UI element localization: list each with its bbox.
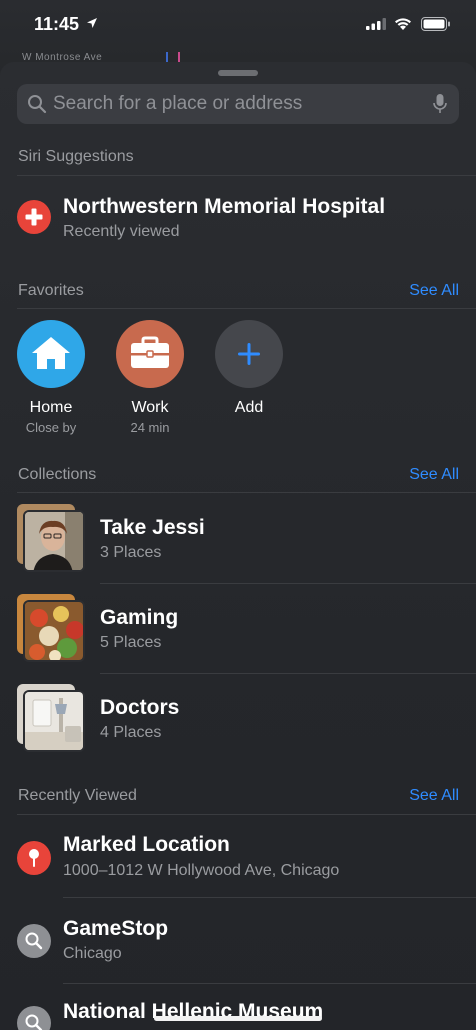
collection-title: Doctors xyxy=(100,696,180,719)
search-icon xyxy=(17,1006,51,1030)
collection-thumbnail xyxy=(17,594,85,662)
collection-sub: 4 Places xyxy=(100,724,162,741)
status-time: 11:45 xyxy=(34,14,80,34)
recently-viewed-see-all-link[interactable]: See All xyxy=(409,787,459,805)
recent-item-title: GameStop xyxy=(63,917,169,940)
house-icon xyxy=(17,320,85,388)
recently-viewed-header: Recently Viewed xyxy=(18,787,137,804)
recent-item-title: Marked Location xyxy=(63,833,230,856)
pin-icon xyxy=(17,841,51,875)
places-sheet: Search for a place or address Siri Sugge… xyxy=(0,62,476,1030)
briefcase-icon xyxy=(116,320,184,388)
collection-thumbnail xyxy=(17,504,85,572)
location-arrow-icon xyxy=(87,18,97,28)
divider xyxy=(63,983,476,984)
divider xyxy=(17,175,476,176)
search-placeholder: Search for a place or address xyxy=(53,93,303,114)
search-icon xyxy=(28,95,47,114)
search-input[interactable]: Search for a place or address xyxy=(17,84,459,124)
status-bar: 11:45 xyxy=(0,0,476,50)
favorite-label: Home xyxy=(29,399,73,416)
search-icon xyxy=(17,924,51,958)
favorite-sub: 24 min xyxy=(130,420,170,435)
divider xyxy=(100,583,476,584)
home-indicator[interactable] xyxy=(154,1016,322,1021)
collections-header: Collections xyxy=(18,466,97,483)
collections-see-all-link[interactable]: See All xyxy=(409,466,459,484)
sheet-grabber[interactable] xyxy=(218,70,258,76)
favorites-header: Favorites xyxy=(18,282,84,299)
collection-thumbnail xyxy=(17,684,85,752)
favorite-sub: Close by xyxy=(25,420,77,435)
recent-item-sub: 1000–1012 W Hollywood Ave, Chicago xyxy=(63,862,340,879)
collection-sub: 3 Places xyxy=(100,544,162,561)
divider xyxy=(17,492,476,493)
divider xyxy=(17,814,476,815)
siri-item-subtitle: Recently viewed xyxy=(63,223,180,240)
collection-title: Gaming xyxy=(100,606,179,629)
hospital-plus-icon xyxy=(17,200,51,234)
favorite-label: Add xyxy=(234,399,264,416)
microphone-icon[interactable] xyxy=(433,93,447,115)
recent-item-sub: Chicago xyxy=(63,945,122,962)
favorite-label: Work xyxy=(131,399,169,416)
siri-item-title: Northwestern Memorial Hospital xyxy=(63,195,386,218)
battery-icon xyxy=(421,17,450,31)
plus-icon xyxy=(215,320,283,388)
wifi-icon xyxy=(395,18,411,30)
divider xyxy=(100,673,476,674)
favorites-see-all-link[interactable]: See All xyxy=(409,282,459,300)
siri-suggestions-header: Siri Suggestions xyxy=(18,148,134,165)
collection-sub: 5 Places xyxy=(100,634,162,651)
divider xyxy=(17,308,476,309)
collection-title: Take Jessi xyxy=(100,516,205,539)
cellular-signal-icon xyxy=(366,18,386,30)
divider xyxy=(63,897,476,898)
